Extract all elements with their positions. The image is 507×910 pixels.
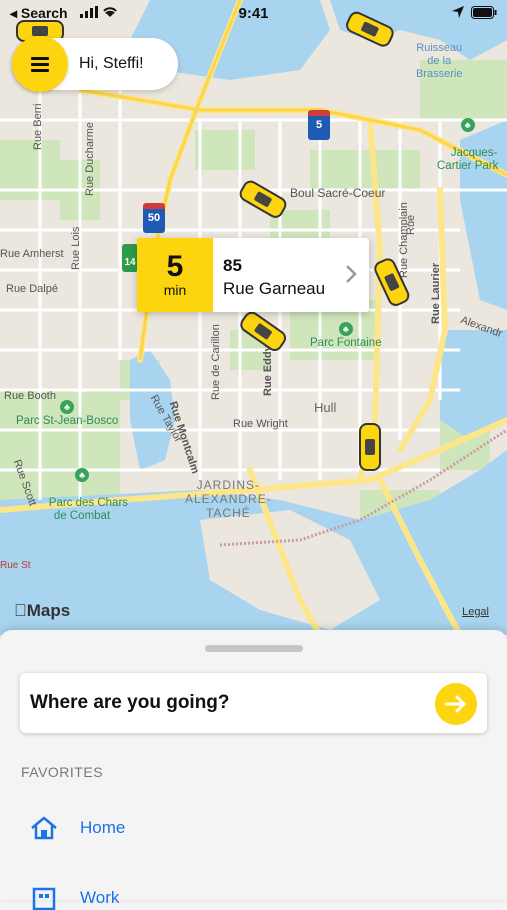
label-rue-ducharme: Rue Ducharme <box>84 122 96 196</box>
label-ruisseau: Ruisseau de la Brasserie <box>416 42 463 80</box>
map-view[interactable]: 5 50 14 Boul Sacré-Coeur Rue Amherst Rue… <box>0 0 507 635</box>
menu-button[interactable] <box>12 36 68 92</box>
park-icon: ♣ <box>338 322 353 336</box>
label-rue-amherst: Rue Amherst <box>0 248 64 260</box>
chevron-right-icon <box>346 265 357 283</box>
label-parc-st-jean-bosco: Parc St-Jean-Bosco <box>16 415 119 427</box>
go-button[interactable] <box>435 683 477 725</box>
wifi-icon <box>103 7 117 17</box>
label-parc-fontaine: Parc Fontaine <box>310 337 382 349</box>
park-icon: ♣ <box>75 468 90 482</box>
destination-placeholder: Where are you going? <box>30 692 230 713</box>
eta-badge: 5 min <box>137 238 213 312</box>
location-arrow-icon <box>452 6 464 18</box>
favorite-work[interactable]: Work <box>30 886 119 910</box>
destination-search[interactable]: Where are you going? <box>20 673 487 733</box>
label-rue-de-carillon: Rue de Carillon <box>210 324 222 400</box>
poi-parc-st-jean-bosco[interactable]: ♣ Parc St-Jean-Bosco <box>16 400 118 427</box>
status-icons <box>451 5 497 19</box>
label-rue-champlain: Rue Champlain <box>398 202 410 278</box>
bottom-sheet: Where are you going? FAVORITES Home Work <box>0 630 507 910</box>
poi-jacques-cartier[interactable]: ♣ Jacques- Cartier Park <box>437 92 498 186</box>
greeting-pill: Hi, Steffi! <box>12 36 178 92</box>
favorite-work-label: Work <box>80 888 120 907</box>
favorite-home-label: Home <box>80 818 126 837</box>
poi-parc-fontaine[interactable]: ♣ Parc Fontaine <box>310 322 382 349</box>
maps-attribution: Maps <box>14 601 70 621</box>
label-jacques-cartier: Jacques- Cartier Park <box>437 147 499 172</box>
park-icon: ♣ <box>60 400 75 414</box>
label-jardins: JARDINS- ALEXANDRE- TACHÉ <box>185 478 272 520</box>
arrow-right-icon <box>445 695 466 713</box>
eta-unit: min <box>163 282 187 298</box>
hamburger-icon <box>31 57 49 72</box>
home-icon <box>31 816 57 840</box>
highway-shield-50: 50 <box>143 203 165 233</box>
taxi-marker[interactable] <box>355 423 381 471</box>
label-rue-laurier: Rue Laurier <box>430 262 442 324</box>
shield-50-label: 50 <box>147 212 161 224</box>
label-rue-laval: Rue <box>405 214 417 235</box>
sheet-grabber[interactable] <box>205 645 303 652</box>
label-parc-des-chars: Parc des Chars de Combat <box>48 497 129 522</box>
favorite-home[interactable]: Home <box>30 816 125 840</box>
legal-link[interactable]: Legal <box>462 606 489 618</box>
status-bar: ◂ Search 9:41 <box>0 0 507 28</box>
highway-shield-5: 5 <box>308 110 330 140</box>
maps-attribution-text: Maps <box>14 601 70 620</box>
label-rue-dalpe: Rue Dalpé <box>6 283 58 295</box>
label-rue-berri: Rue Berri <box>32 103 44 150</box>
shield-5-label: 5 <box>315 119 323 131</box>
signal-wifi-icons <box>80 6 118 18</box>
park-icon: ♣ <box>460 118 475 132</box>
work-icon <box>32 887 56 910</box>
label-hull: Hull <box>314 400 337 415</box>
label-rue-lois: Rue Lois <box>70 226 82 270</box>
pickup-eta-card[interactable]: 5 min 85 Rue Garneau <box>137 238 369 312</box>
battery-icon <box>471 5 497 19</box>
favorites-heading: FAVORITES <box>21 764 104 780</box>
status-time: 9:41 <box>238 5 269 22</box>
cellular-signal-icon <box>80 6 98 18</box>
label-rue-wright: Rue Wright <box>233 418 288 430</box>
poi-parc-des-chars[interactable]: ♣ Parc des Chars de Combat <box>36 442 128 536</box>
greeting-text: Hi, Steffi! <box>79 55 144 72</box>
label-rue-st: Rue St <box>0 560 31 571</box>
apple-logo-icon:  <box>14 601 27 620</box>
label-boul-sacre-coeur: Boul Sacré-Coeur <box>290 186 386 200</box>
eta-minutes: 5 <box>166 250 184 283</box>
highway-shield-148: 14 <box>122 244 138 272</box>
shield-148-label: 14 <box>124 257 136 268</box>
